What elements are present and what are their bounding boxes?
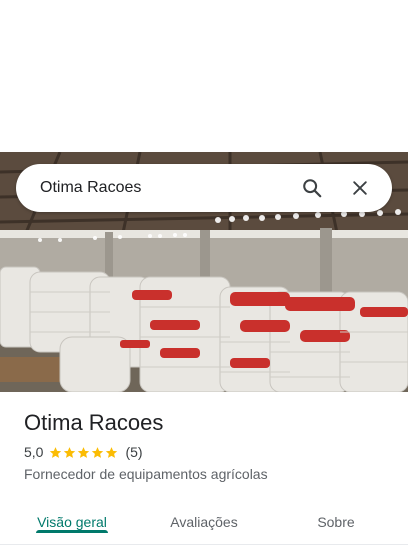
place-title: Otima Racoes (24, 410, 164, 435)
place-info-panel: Otima Racoes 5,0 (5) Fornecedor de equip… (0, 392, 408, 545)
blank-top-area (0, 0, 408, 152)
search-bar[interactable]: Otima Racoes (16, 164, 392, 212)
review-count[interactable]: (5) (125, 444, 142, 460)
star-icon (92, 446, 104, 458)
rating-stars (49, 446, 119, 459)
tab-about[interactable]: Sobre (286, 502, 386, 542)
active-tab-indicator (36, 530, 108, 533)
tab-overview[interactable]: Visão geral (22, 502, 122, 542)
search-icon[interactable] (294, 170, 330, 206)
star-icon (106, 446, 118, 458)
tab-bar: Visão geral Avaliações Sobre (0, 502, 408, 545)
place-category: Fornecedor de equipamentos agrícolas (24, 466, 268, 482)
star-icon (50, 446, 62, 458)
close-icon[interactable] (342, 170, 378, 206)
rating-value: 5,0 (24, 444, 44, 460)
search-input[interactable]: Otima Racoes (40, 179, 294, 197)
rating-row[interactable]: 5,0 (5) (24, 444, 143, 460)
star-icon (78, 446, 90, 458)
star-icon (64, 446, 76, 458)
tab-reviews[interactable]: Avaliações (154, 502, 254, 542)
